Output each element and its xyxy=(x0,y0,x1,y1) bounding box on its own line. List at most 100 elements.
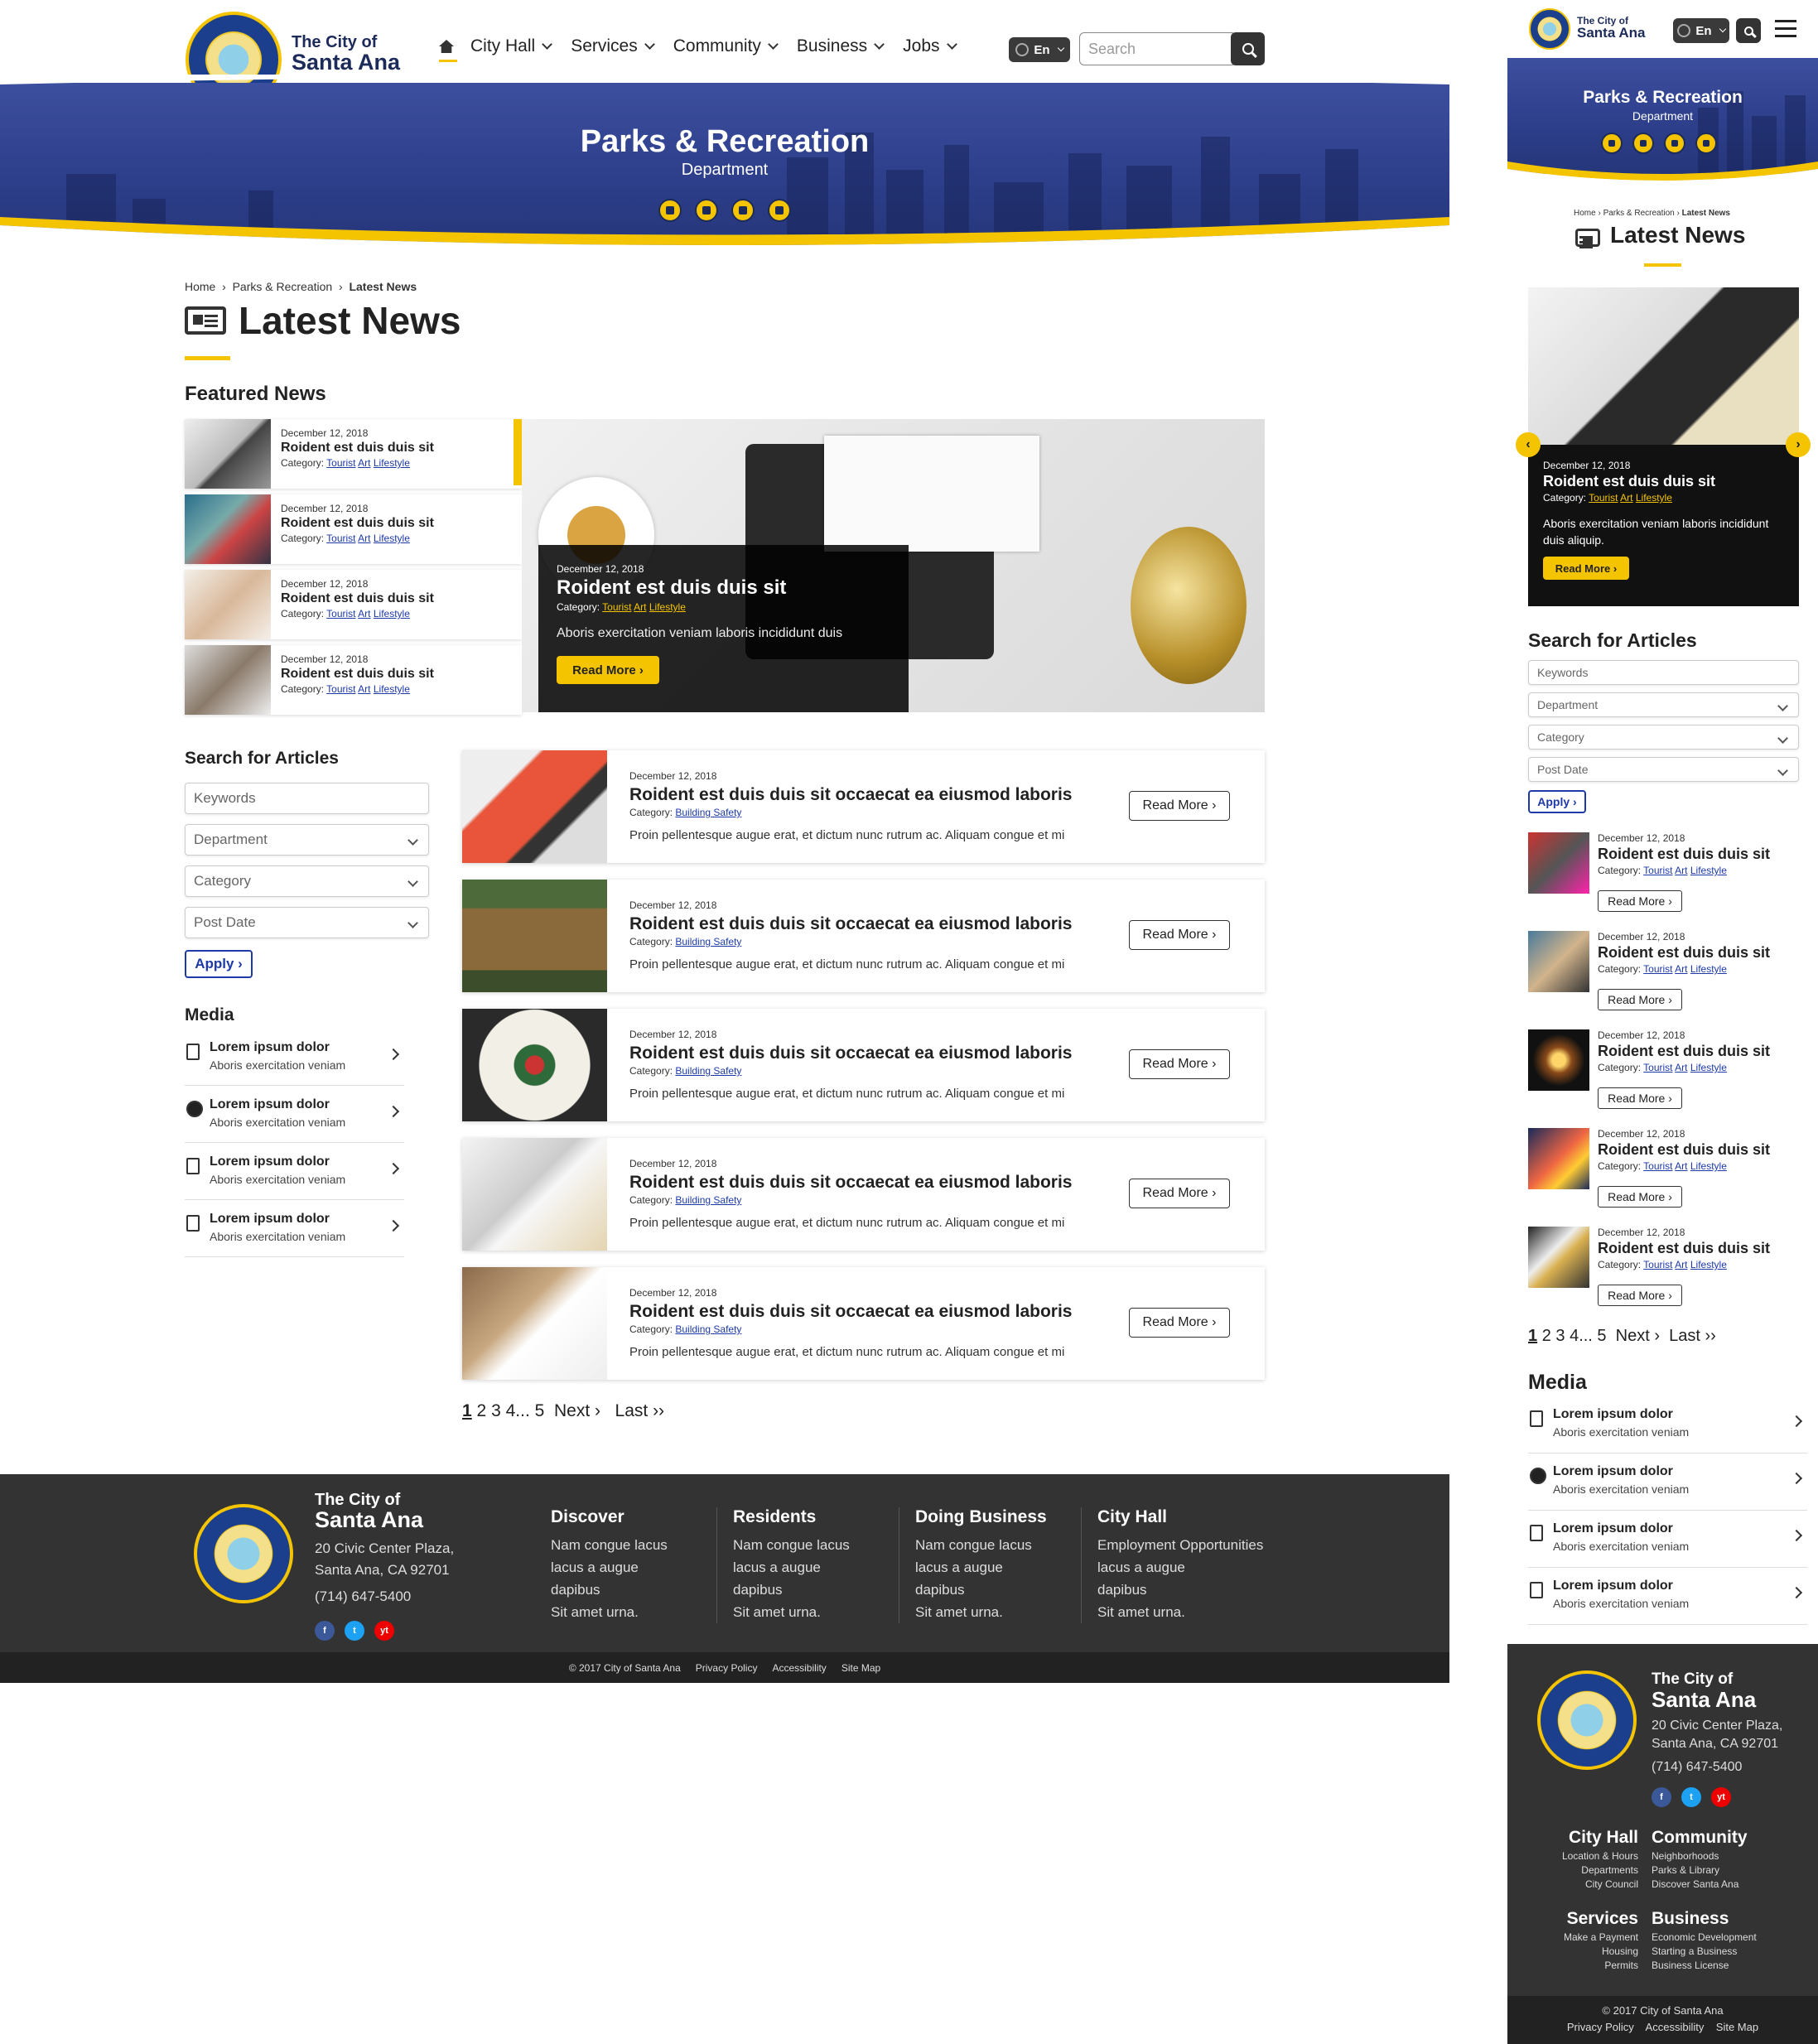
category-link[interactable]: Art xyxy=(1675,865,1687,876)
category-link[interactable]: Tourist xyxy=(1643,865,1672,876)
footer-link[interactable]: Discover Santa Ana xyxy=(1652,1878,1738,1892)
read-more-button[interactable]: Read More › xyxy=(1129,1049,1230,1079)
menu-icon[interactable] xyxy=(1775,20,1796,22)
page-5[interactable]: 5 xyxy=(535,1401,545,1420)
last-page-link[interactable]: Last xyxy=(1669,1327,1700,1345)
read-more-button[interactable]: Read More › xyxy=(1598,1285,1682,1306)
nav-city-hall[interactable]: City Hall xyxy=(470,36,553,56)
breadcrumb-section[interactable]: Parks & Recreation xyxy=(233,280,333,293)
city-seal-logo[interactable] xyxy=(1529,8,1570,50)
site-map-link[interactable]: Site Map xyxy=(1716,2021,1758,2033)
read-more-button[interactable]: Read More › xyxy=(1598,890,1682,912)
category-link[interactable]: Art xyxy=(1675,1259,1687,1270)
category-link[interactable]: Lifestyle xyxy=(1690,963,1727,975)
facebook-icon[interactable]: f xyxy=(1652,1787,1671,1807)
category-link[interactable]: Tourist xyxy=(326,457,355,469)
article-card[interactable]: December 12, 2018 Roident est duis duis s… xyxy=(1528,1128,1806,1219)
article-card[interactable]: December 12, 2018 Roident est duis duis s… xyxy=(1528,1227,1806,1318)
category-link[interactable]: Art xyxy=(1675,963,1687,975)
privacy-policy-link[interactable]: Privacy Policy xyxy=(1567,2021,1634,2033)
footer-phone[interactable]: (714) 647-5400 xyxy=(1652,1758,1742,1776)
media-item[interactable]: Lorem ipsum dolor Aboris exercitation ve… xyxy=(185,1035,404,1086)
category-link[interactable]: Lifestyle xyxy=(1690,865,1727,876)
post-date-select[interactable]: Post Date xyxy=(1528,757,1799,782)
media-item[interactable]: Lorem ipsum dolor Aboris exercitation ve… xyxy=(1528,1402,1807,1453)
breadcrumb-home[interactable]: Home xyxy=(185,280,215,293)
category-link[interactable]: Tourist xyxy=(602,601,631,613)
footer-link[interactable]: Sit amet urna. xyxy=(1097,1601,1263,1623)
category-link[interactable]: Tourist xyxy=(1643,1160,1672,1172)
nav-community[interactable]: Community xyxy=(673,36,779,56)
search-button[interactable] xyxy=(1736,18,1761,43)
media-item[interactable]: Lorem ipsum dolor Aboris exercitation ve… xyxy=(185,1150,404,1200)
footer-link[interactable]: Sit amet urna. xyxy=(551,1601,668,1623)
article-card[interactable]: December 12, 2018 Roident est duis duis s… xyxy=(462,1138,1265,1251)
category-link[interactable]: Tourist xyxy=(1643,963,1672,975)
article-card[interactable]: December 12, 2018 Roident est duis duis s… xyxy=(1528,1029,1806,1121)
footer-link[interactable]: Make a Payment xyxy=(1507,1931,1638,1945)
language-selector[interactable]: En xyxy=(1673,18,1729,43)
article-card[interactable]: December 12, 2018 Roident est duis duis s… xyxy=(462,880,1265,992)
department-select[interactable]: Department xyxy=(1528,692,1799,717)
read-more-button[interactable]: Read More › xyxy=(1598,989,1682,1010)
page-1[interactable]: 1 xyxy=(1528,1327,1537,1345)
search-button[interactable] xyxy=(1231,32,1265,65)
department-select[interactable]: Department xyxy=(185,824,429,856)
category-link[interactable]: Art xyxy=(358,683,370,695)
language-selector[interactable]: En xyxy=(1009,37,1070,62)
footer-link[interactable]: dapibus xyxy=(733,1579,850,1601)
category-link[interactable]: Lifestyle xyxy=(374,608,410,619)
category-link[interactable]: Tourist xyxy=(1643,1259,1672,1270)
twitter-icon[interactable]: t xyxy=(345,1621,364,1641)
category-link[interactable]: Tourist xyxy=(326,683,355,695)
next-page-link[interactable]: Next xyxy=(1616,1327,1650,1345)
breadcrumb-section[interactable]: Parks & Recreation xyxy=(1603,209,1675,218)
keywords-input[interactable]: Keywords xyxy=(1528,660,1799,685)
site-map-link[interactable]: Site Map xyxy=(841,1662,880,1674)
footer-link[interactable]: City Council xyxy=(1507,1878,1638,1892)
twitter-icon[interactable]: t xyxy=(1681,1787,1701,1807)
category-link[interactable]: Lifestyle xyxy=(374,683,410,695)
brand-line2[interactable]: Santa Ana xyxy=(1577,25,1646,41)
nav-business[interactable]: Business xyxy=(797,36,885,56)
page-2[interactable]: 2 xyxy=(477,1401,487,1420)
accessibility-link[interactable]: Accessibility xyxy=(772,1662,826,1674)
article-card[interactable]: December 12, 2018 Roident est duis duis s… xyxy=(1528,931,1806,1022)
featured-read-more-button[interactable]: Read More › xyxy=(557,656,659,684)
category-link[interactable]: Building Safety xyxy=(675,1323,741,1335)
page-3[interactable]: 3 xyxy=(1555,1327,1565,1345)
carousel-prev-button[interactable]: ‹ xyxy=(1516,432,1541,457)
category-link[interactable]: Art xyxy=(358,608,370,619)
featured-item[interactable]: December 12, 2018 Roident est duis duis s… xyxy=(185,419,522,489)
media-item[interactable]: Lorem ipsum dolor Aboris exercitation ve… xyxy=(1528,1574,1807,1625)
search-input[interactable]: Search xyxy=(1079,32,1237,65)
category-link[interactable]: Art xyxy=(1675,1062,1687,1073)
category-link[interactable]: Art xyxy=(1675,1160,1687,1172)
footer-link[interactable]: lacus a augue xyxy=(1097,1556,1263,1579)
apply-button[interactable]: Apply › xyxy=(1528,790,1586,813)
category-link[interactable]: Lifestyle xyxy=(1690,1160,1727,1172)
nav-services[interactable]: Services xyxy=(571,36,655,56)
footer-link[interactable]: Sit amet urna. xyxy=(915,1601,1032,1623)
featured-item[interactable]: December 12, 2018 Roident est duis duis s… xyxy=(185,645,522,715)
footer-link[interactable]: lacus a augue xyxy=(551,1556,668,1579)
category-select[interactable]: Category xyxy=(185,865,429,897)
article-card[interactable]: December 12, 2018 Roident est duis duis s… xyxy=(462,750,1265,863)
apply-button[interactable]: Apply › xyxy=(185,950,253,978)
media-item[interactable]: Lorem ipsum dolor Aboris exercitation ve… xyxy=(185,1092,404,1143)
breadcrumb-home[interactable]: Home xyxy=(1574,209,1596,218)
facebook-icon[interactable]: f xyxy=(315,1621,335,1641)
category-link[interactable]: Building Safety xyxy=(675,936,741,947)
category-link[interactable]: Art xyxy=(358,457,370,469)
page-1[interactable]: 1 xyxy=(462,1401,472,1420)
nav-jobs[interactable]: Jobs xyxy=(903,36,957,56)
footer-link[interactable]: Economic Development xyxy=(1652,1931,1757,1945)
youtube-icon[interactable]: yt xyxy=(374,1621,394,1641)
page-4[interactable]: 4 xyxy=(1570,1327,1579,1345)
category-link[interactable]: Art xyxy=(358,533,370,544)
category-link[interactable]: Lifestyle xyxy=(1636,492,1672,504)
footer-link[interactable]: Parks & Library xyxy=(1652,1863,1738,1878)
featured-item[interactable]: December 12, 2018 Roident est duis duis s… xyxy=(185,494,522,564)
category-link[interactable]: Building Safety xyxy=(675,1194,741,1206)
footer-link[interactable]: dapibus xyxy=(551,1579,668,1601)
